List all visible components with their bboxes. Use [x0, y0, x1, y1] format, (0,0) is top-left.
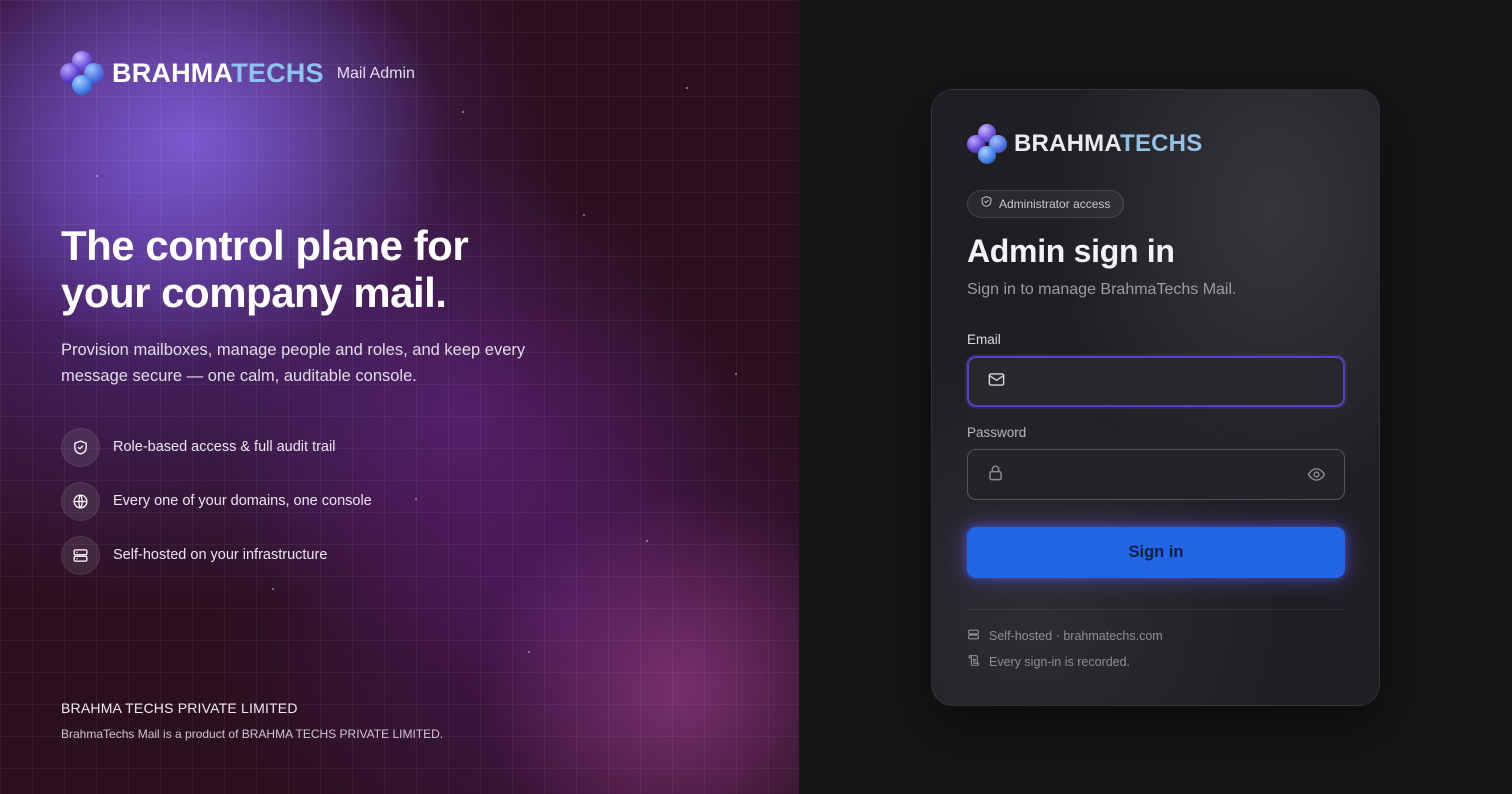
login-panel: BRAHMATECHS Administrator access Admin s…	[799, 0, 1512, 794]
feature-item: Self-hosted on your infrastructure	[61, 535, 372, 575]
server-icon	[61, 535, 100, 575]
email-input[interactable]	[1018, 373, 1325, 390]
sign-in-title: Admin sign in	[967, 233, 1175, 269]
brahmatechs-logo-icon	[60, 51, 104, 95]
company-name: BRAHMA TECHS PRIVATE LIMITED	[61, 700, 298, 716]
headline-line-2: your company mail.	[61, 269, 447, 316]
headline-line-1: The control plane for	[61, 222, 469, 269]
feature-item: Role-based access & full audit trail	[61, 427, 372, 467]
card-brand: BRAHMATECHS	[967, 124, 1202, 164]
brand-word-part1: BRAHMA	[1014, 130, 1121, 157]
eye-icon[interactable]	[1307, 465, 1326, 484]
marketing-panel: BRAHMATECHS Mail Admin The control plane…	[0, 0, 799, 794]
card-divider	[967, 609, 1345, 610]
company-note: BrahmaTechs Mail is a product of BRAHMA …	[61, 727, 444, 741]
sign-in-card: BRAHMATECHS Administrator access Admin s…	[931, 89, 1380, 706]
brand-header: BRAHMATECHS Mail Admin	[60, 51, 415, 95]
scroll-icon	[967, 654, 980, 670]
shield-check-icon	[61, 427, 100, 467]
brahmatechs-logo-icon	[967, 124, 1007, 164]
feature-label: Every one of your domains, one console	[113, 493, 372, 509]
feature-item: Every one of your domains, one console	[61, 481, 372, 521]
password-input[interactable]	[1017, 466, 1307, 483]
star-dot	[735, 373, 737, 375]
server-icon	[967, 628, 980, 644]
login-page: BRAHMATECHS Mail Admin The control plane…	[0, 0, 1512, 794]
star-dot	[646, 540, 648, 542]
brand-word-part1: BRAHMA	[112, 57, 232, 88]
brand-wordmark: BRAHMATECHS	[1014, 130, 1202, 158]
star-dot	[415, 498, 417, 500]
email-label: Email	[967, 332, 1001, 347]
feature-label: Self-hosted on your infrastructure	[113, 547, 328, 563]
star-dot	[583, 214, 585, 216]
hero-headline: The control plane for your company mail.	[61, 222, 469, 316]
feature-label: Role-based access & full audit trail	[113, 439, 336, 455]
footer-audit-note: Every sign-in is recorded.	[967, 654, 1130, 670]
background-grid	[0, 0, 799, 794]
admin-access-badge: Administrator access	[967, 190, 1125, 218]
star-dot	[528, 651, 530, 653]
mail-icon	[987, 370, 1006, 394]
brand-word-part2: TECHS	[231, 57, 324, 88]
product-subtitle: Mail Admin	[336, 65, 415, 82]
footer-hosting-text: Self-hosted · brahmatechs.com	[989, 629, 1163, 643]
brand-wordmark: BRAHMATECHS	[112, 58, 324, 89]
password-field[interactable]	[967, 449, 1345, 500]
sign-in-subtitle: Sign in to manage BrahmaTechs Mail.	[967, 281, 1237, 298]
star-dot	[462, 111, 464, 113]
footer-hosting-note: Self-hosted · brahmatechs.com	[967, 628, 1163, 644]
email-field[interactable]	[967, 356, 1345, 407]
star-dot	[96, 175, 98, 177]
password-label: Password	[967, 425, 1027, 440]
footer-audit-text: Every sign-in is recorded.	[989, 655, 1131, 669]
hero-description: Provision mailboxes, manage people and r…	[61, 341, 526, 385]
badge-label: Administrator access	[999, 197, 1111, 211]
lock-icon	[986, 463, 1005, 487]
feature-list: Role-based access & full audit trail Eve…	[61, 427, 372, 589]
sign-in-button[interactable]: Sign in	[967, 527, 1345, 578]
star-dot	[686, 87, 688, 89]
shield-icon	[980, 195, 993, 213]
brand-word-part2: TECHS	[1120, 130, 1203, 157]
globe-icon	[61, 481, 100, 521]
